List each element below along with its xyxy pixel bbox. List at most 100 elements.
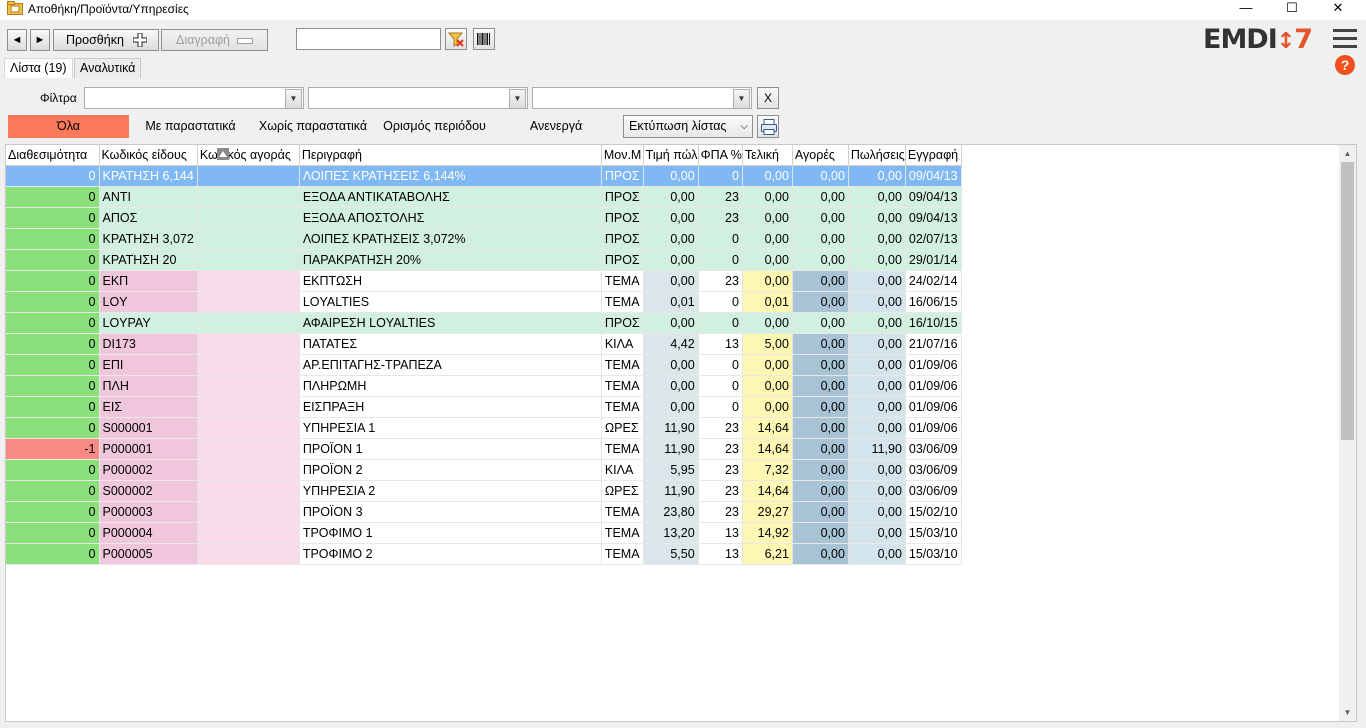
vertical-scrollbar[interactable]: ▲ ▼	[1339, 145, 1356, 721]
item-code-cell: ΚΡΑΤΗΣΗ 6,144	[99, 165, 198, 187]
table-row[interactable]: 0 ΕΙΣ ΕΙΣΠΡΑΞΗ ΤΕΜΑ 0,00 0 0,00 0,00 0,00 01/09/0…	[6, 396, 962, 418]
column-header-sales[interactable]: Πωλήσεις	[848, 145, 906, 166]
table-row[interactable]: 0 DI173 ΠΑΤΑΤΕΣ ΚΙΛΑ 4,42 13 5,00 0,00 0,00 21/07…	[6, 333, 962, 355]
description-cell: ΑΦΑΙΡΕΣΗ LOYALTIES	[299, 312, 602, 334]
table-row[interactable]: 0 P000005 ΤΡΟΦΙΜΟ 2 ΤΕΜΑ 5,50 13 6,21 0,00 0,00 1…	[6, 543, 962, 565]
description-cell: ΠΡΟΪΟΝ 3	[299, 501, 602, 523]
table-row[interactable]: -1 P000001 ΠΡΟΪΟΝ 1 ΤΕΜΑ 11,90 23 14,64 0,00 11,…	[6, 438, 962, 460]
maximize-button[interactable]: ☐	[1269, 0, 1315, 20]
column-header-item-code[interactable]: Κωδικός είδους	[99, 145, 198, 166]
column-header-purchases[interactable]: Αγορές	[792, 145, 849, 166]
purchase-code-cell	[197, 291, 300, 313]
item-code-cell: ΕΠΙ	[99, 354, 198, 376]
table-row[interactable]: 0 P000004 ΤΡΟΦΙΜΟ 1 ΤΕΜΑ 13,20 13 14,92 0,00 0,0…	[6, 522, 962, 544]
column-header-availability[interactable]: Διαθεσιμότητα	[6, 145, 100, 166]
table-row[interactable]: 0 ΑΠΟΣ ΕΞΟΔΑ ΑΠΟΣΤΟΛΗΣ ΠΡΟΣ 0,00 23 0,00 0,00 0,…	[6, 207, 962, 229]
purchase-code-cell	[197, 165, 300, 187]
search-input[interactable]	[296, 28, 441, 50]
purchase-code-cell	[197, 501, 300, 523]
table-row[interactable]: 0 P000003 ΠΡΟΪΟΝ 3 ΤΕΜΑ 23,80 23 29,27 0,00 0,00…	[6, 501, 962, 523]
registered-date-cell: 24/02/14	[905, 270, 962, 292]
description-cell: ΕΞΟΔΑ ΑΝΤΙΚΑΤΑΒΟΛΗΣ	[299, 186, 602, 208]
purchases-cell: 0,00	[792, 459, 849, 481]
clear-filters-button[interactable]: X	[757, 87, 779, 109]
column-header-unit[interactable]: Μον.Μ	[601, 145, 644, 166]
sales-cell: 0,00	[848, 333, 906, 355]
sale-price-cell: 0,00	[643, 354, 699, 376]
sort-indicator-icon	[217, 148, 229, 160]
barcode-button[interactable]	[473, 28, 495, 50]
description-cell: ΠΛΗΡΩΜΗ	[299, 375, 602, 397]
column-header-description[interactable]: Περιγραφή	[299, 145, 602, 166]
scroll-up-icon[interactable]: ▲	[1339, 145, 1356, 162]
sales-cell: 0,00	[848, 207, 906, 229]
segment-inactive[interactable]: Ανενεργά	[495, 115, 617, 138]
table-row[interactable]: 0 LOY LOYALTIES ΤΕΜΑ 0,01 0 0,01 0,00 0,00 16/06/…	[6, 291, 962, 313]
availability-cell: 0	[6, 354, 100, 376]
column-header-registered[interactable]: Εγγραφή	[905, 145, 962, 166]
table-row[interactable]: 0 ΠΛΗ ΠΛΗΡΩΜΗ ΤΕΜΑ 0,00 0 0,00 0,00 0,00 01/09/06	[6, 375, 962, 397]
purchases-cell: 0,00	[792, 375, 849, 397]
item-code-cell: P000004	[99, 522, 198, 544]
sale-price-cell: 0,01	[643, 291, 699, 313]
item-code-cell: S000002	[99, 480, 198, 502]
item-code-cell: P000002	[99, 459, 198, 481]
vat-cell: 13	[698, 543, 743, 565]
title-bar: Αποθήκη/Προϊόντα/Υπηρεσίες — ☐ ✕	[0, 0, 1366, 20]
table-row[interactable]: 0 P000002 ΠΡΟΪΟΝ 2 ΚΙΛΑ 5,95 23 7,32 0,00 0,00 03…	[6, 459, 962, 481]
item-code-cell: ΕΙΣ	[99, 396, 198, 418]
description-cell: ΕΚΠΤΩΣΗ	[299, 270, 602, 292]
minimize-button[interactable]: —	[1223, 0, 1269, 20]
purchase-code-cell	[197, 543, 300, 565]
final-price-cell: 0,00	[742, 228, 793, 250]
table-row[interactable]: 0 ΚΡΑΤΗΣΗ 20 ΠΑΡΑΚΡΑΤΗΣΗ 20% ΠΡΟΣ 0,00 0 0,00 0…	[6, 249, 962, 271]
segment-without-documents[interactable]: Χωρίς παραστατικά	[252, 115, 374, 138]
table-row[interactable]: 0 ΕΠΙ ΑΡ.ΕΠΙΤΑΓΗΣ-ΤΡΑΠΕΖΑ ΤΕΜΑ 0,00 0 0,00 0,00…	[6, 354, 962, 376]
column-header-vat[interactable]: ΦΠΑ %	[698, 145, 743, 166]
final-price-cell: 14,64	[742, 438, 793, 460]
vat-cell: 13	[698, 333, 743, 355]
filter-combo-2[interactable]: ▼	[308, 87, 528, 109]
add-button[interactable]: Προσθήκη	[53, 29, 159, 51]
availability-cell: 0	[6, 375, 100, 397]
table-row[interactable]: 0 ΕΚΠ ΕΚΠΤΩΣΗ ΤΕΜΑ 0,00 23 0,00 0,00 0,00 24/02/1…	[6, 270, 962, 292]
print-list-combo[interactable]: Εκτύπωση λίστας ⌵	[623, 115, 753, 138]
segment-with-documents[interactable]: Με παραστατικά	[133, 115, 248, 138]
purchases-cell: 0,00	[792, 438, 849, 460]
filter-combo-1[interactable]: ▼	[84, 87, 304, 109]
clear-filter-button[interactable]	[445, 28, 467, 50]
scroll-down-icon[interactable]: ▼	[1339, 704, 1356, 721]
printer-icon	[761, 119, 777, 135]
segment-all[interactable]: Όλα	[8, 115, 129, 138]
vat-cell: 23	[698, 207, 743, 229]
table-row[interactable]: 0 S000001 ΥΠΗΡΕΣΙΑ 1 ΩΡΕΣ 11,90 23 14,64 0,00 0,…	[6, 417, 962, 439]
column-header-final[interactable]: Τελική	[742, 145, 793, 166]
table-row[interactable]: 0 ΚΡΑΤΗΣΗ 3,072 ΛΟΙΠΕΣ ΚΡΑΤΗΣΕΙΣ 3,072% ΠΡΟ…	[6, 228, 962, 250]
table-row[interactable]: 0 LOYPAY ΑΦΑΙΡΕΣΗ LOYALTIES ΠΡΟΣ 0,00 0 0,00 0,…	[6, 312, 962, 334]
table-row[interactable]: 0 S000002 ΥΠΗΡΕΣΙΑ 2 ΩΡΕΣ 11,90 23 14,64 0,00 0,…	[6, 480, 962, 502]
tab-list[interactable]: Λίστα (19)	[4, 58, 73, 78]
filter-combo-3[interactable]: ▼	[532, 87, 752, 109]
table-header-row: Διαθεσιμότητα Κωδικός είδους Κωδικός αγο…	[6, 145, 962, 166]
menu-icon[interactable]	[1333, 29, 1357, 49]
column-header-purchase-code[interactable]: Κωδικός αγοράς	[197, 145, 300, 166]
unit-cell: ΤΕΜΑ	[601, 501, 644, 523]
close-button[interactable]: ✕	[1315, 0, 1361, 20]
purchase-code-cell	[197, 270, 300, 292]
help-icon[interactable]: ?	[1335, 55, 1355, 75]
table-row[interactable]: 0 ΚΡΑΤΗΣΗ 6,144 ΛΟΙΠΕΣ ΚΡΑΤΗΣΕΙΣ 6,144% ΠΡΟ…	[6, 165, 962, 187]
description-cell: ΛΟΙΠΕΣ ΚΡΑΤΗΣΕΙΣ 6,144%	[299, 165, 602, 187]
purchases-cell: 0,00	[792, 249, 849, 271]
next-button[interactable]: ►	[30, 29, 50, 51]
table-row[interactable]: 0 ΑΝΤΙ ΕΞΟΔΑ ΑΝΤΙΚΑΤΑΒΟΛΗΣ ΠΡΟΣ 0,00 23 0,00 0,…	[6, 186, 962, 208]
scroll-thumb[interactable]	[1341, 162, 1354, 440]
print-button[interactable]	[757, 115, 779, 138]
delete-button[interactable]: Διαγραφή	[161, 29, 268, 51]
column-header-sale-price[interactable]: Τιμή πώλ	[643, 145, 699, 166]
registered-date-cell: 15/02/10	[905, 501, 962, 523]
segment-define-period[interactable]: Ορισμός περιόδου	[378, 115, 491, 138]
window-title: Αποθήκη/Προϊόντα/Υπηρεσίες	[28, 2, 189, 16]
sales-cell: 0,00	[848, 480, 906, 502]
tab-detailed[interactable]: Αναλυτικά	[74, 58, 142, 78]
previous-button[interactable]: ◄	[7, 29, 27, 51]
